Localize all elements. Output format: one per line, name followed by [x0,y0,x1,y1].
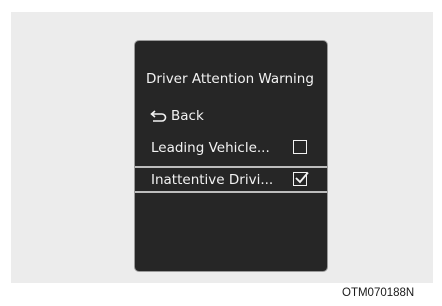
menu-title: Driver Attention Warning [146,71,314,87]
menu-item-leading-vehicle[interactable]: Leading Vehicle... [135,135,327,160]
return-arrow-icon [150,110,167,122]
back-button[interactable]: Back [135,103,327,128]
figure-code: OTM070188N [342,287,415,299]
back-label: Back [171,108,204,124]
checkmark-icon [295,171,309,184]
inattentive-driving-checkbox[interactable] [293,171,309,186]
cluster-display: Driver Attention Warning Back Leading Ve… [134,40,328,272]
menu-item-label: Leading Vehicle... [151,140,270,156]
leading-vehicle-checkbox[interactable] [293,140,307,154]
menu-item-label: Inattentive Drivi... [151,172,274,188]
menu-item-inattentive-driving[interactable]: Inattentive Drivi... [135,166,327,193]
